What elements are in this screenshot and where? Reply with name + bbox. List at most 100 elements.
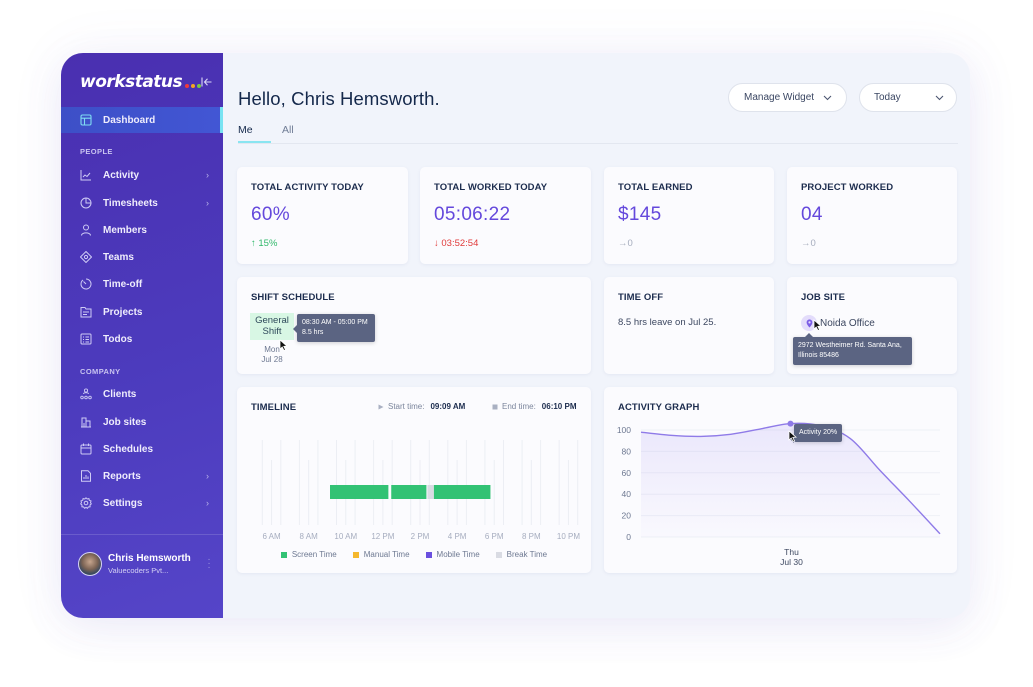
avatar bbox=[78, 552, 102, 576]
time-off-card: TIME OFF 8.5 hrs leave on Jul 25. bbox=[604, 277, 774, 374]
stat-value: 05:06:22 bbox=[434, 204, 511, 225]
stat-card-project-worked: PROJECT WORKED 04 →0 bbox=[787, 167, 957, 264]
sidebar-item-dashboard[interactable]: Dashboard bbox=[61, 107, 223, 133]
x-tick-label: Jul 30 bbox=[780, 557, 803, 567]
stat-delta: ↓ 03:52:54 bbox=[434, 238, 478, 249]
calendar-icon bbox=[80, 443, 92, 455]
y-tick-label: 0 bbox=[626, 532, 631, 542]
user-profile[interactable]: Chris Hemsworth Valuecoders Pvt... · · · bbox=[78, 552, 213, 576]
sidebar-item-time-off[interactable]: Time-off bbox=[61, 273, 223, 295]
view-tabs: Me All bbox=[238, 124, 958, 144]
sidebar-item-job-sites[interactable]: Job sites bbox=[61, 411, 223, 433]
legend-label: Break Time bbox=[506, 550, 548, 559]
shift-block[interactable]: General Shift bbox=[250, 313, 294, 340]
arrow-right-icon: → bbox=[618, 238, 628, 249]
teams-icon bbox=[80, 251, 92, 263]
section-title-people: PEOPLE bbox=[80, 147, 113, 156]
sidebar-item-label: Time-off bbox=[103, 278, 143, 290]
y-tick-label: 80 bbox=[622, 446, 632, 456]
timeline-legend: Screen Time Manual Time Mobile Time Brea… bbox=[237, 550, 591, 559]
x-tick-label: 12 PM bbox=[371, 532, 394, 541]
sidebar-item-label: Clients bbox=[103, 388, 137, 400]
job-site-name[interactable]: Noida Office bbox=[820, 318, 875, 329]
sidebar-item-schedules[interactable]: Schedules bbox=[61, 438, 223, 460]
x-tick-label: Thu bbox=[784, 547, 799, 557]
legend-swatch bbox=[352, 551, 359, 558]
chevron-right-icon: › bbox=[206, 498, 209, 508]
time-off-text: 8.5 hrs leave on Jul 25. bbox=[618, 317, 717, 328]
sidebar-item-settings[interactable]: Settings › bbox=[61, 492, 223, 514]
sidebar-item-timesheets[interactable]: Timesheets › bbox=[61, 192, 223, 214]
stat-card-total-earned: TOTAL EARNED $145 →0 bbox=[604, 167, 774, 264]
manage-widget-button[interactable]: Manage Widget bbox=[728, 83, 847, 112]
sidebar-item-label: Teams bbox=[103, 251, 134, 263]
card-title: TIME OFF bbox=[618, 292, 664, 303]
clients-icon bbox=[80, 388, 92, 400]
legend-item-mobile-time: Mobile Time bbox=[425, 550, 480, 559]
shift-tooltip: 08:30 AM - 05:00 PM 8.5 hrs bbox=[293, 314, 375, 342]
tooltip-hours: 8.5 hrs bbox=[302, 329, 324, 336]
chevron-down-icon bbox=[823, 95, 832, 101]
arrow-up-icon: ↑ bbox=[251, 238, 256, 249]
legend-label: Screen Time bbox=[291, 550, 337, 559]
activity-tooltip: Activity 20% bbox=[789, 424, 843, 443]
more-vertical-icon[interactable]: · · · bbox=[205, 555, 213, 573]
tab-me[interactable]: Me bbox=[238, 124, 271, 143]
card-title: SHIFT SCHEDULE bbox=[251, 292, 335, 303]
brand-logo-dots bbox=[185, 84, 202, 88]
layout-icon bbox=[80, 114, 92, 126]
gear-icon bbox=[80, 497, 92, 509]
stat-value: 60% bbox=[251, 204, 290, 225]
pie-clock-icon bbox=[80, 197, 92, 209]
legend-swatch bbox=[425, 551, 432, 558]
stat-delta: →0 bbox=[618, 238, 633, 249]
legend-swatch bbox=[495, 551, 502, 558]
shift-name: General bbox=[255, 315, 289, 326]
sidebar-item-reports[interactable]: Reports › bbox=[61, 465, 223, 487]
timeline-segment bbox=[391, 485, 427, 499]
timer-icon bbox=[80, 278, 92, 290]
sidebar-item-label: Settings bbox=[103, 497, 143, 509]
stat-delta-value: 03:52:54 bbox=[441, 238, 479, 249]
x-tick-label: 4 PM bbox=[448, 532, 467, 541]
timeline-segment bbox=[330, 485, 389, 499]
sidebar-item-label: Projects bbox=[103, 306, 143, 318]
address-line: Illinois 85486 bbox=[798, 352, 839, 359]
x-tick-label: 8 PM bbox=[522, 532, 541, 541]
sidebar-item-label: Members bbox=[103, 224, 147, 236]
address-line: 2972 Westheimer Rd. Santa Ana, bbox=[798, 342, 902, 349]
tab-all[interactable]: All bbox=[282, 124, 294, 143]
legend-item-break-time: Break Time bbox=[495, 550, 548, 559]
sidebar-item-members[interactable]: Members bbox=[61, 219, 223, 241]
sidebar-item-projects[interactable]: Projects bbox=[61, 301, 223, 323]
timeline-card: TIMELINE Start time: 09:09 AM End time: 06… bbox=[237, 387, 591, 573]
card-title: JOB SITE bbox=[801, 292, 846, 303]
user-icon bbox=[80, 224, 92, 236]
main-content: Hello, Chris Hemsworth. Manage Widget To… bbox=[223, 53, 970, 618]
sidebar-item-todos[interactable]: Todos bbox=[61, 328, 223, 350]
legend-swatch bbox=[280, 551, 287, 558]
chevron-down-icon bbox=[935, 95, 944, 101]
logo-dot-red bbox=[185, 84, 190, 88]
stat-title: PROJECT WORKED bbox=[801, 182, 894, 193]
y-tick-label: 20 bbox=[622, 511, 632, 521]
legend-label: Manual Time bbox=[363, 550, 410, 559]
logo-row: workstatus bbox=[80, 71, 213, 93]
stat-delta-value: 15% bbox=[258, 238, 278, 249]
tooltip-time: 08:30 AM - 05:00 PM bbox=[302, 319, 368, 326]
sidebar-item-clients[interactable]: Clients bbox=[61, 383, 223, 405]
sidebar-item-label: Timesheets bbox=[103, 197, 158, 209]
sidebar-item-teams[interactable]: Teams bbox=[61, 246, 223, 268]
y-tick-label: 60 bbox=[622, 468, 632, 478]
collapse-sidebar-icon[interactable] bbox=[201, 75, 212, 89]
sidebar-item-label: Schedules bbox=[103, 443, 154, 455]
date-filter-select[interactable]: Today bbox=[859, 83, 957, 112]
logo-dot-orange bbox=[191, 84, 196, 88]
legend-item-screen-time: Screen Time bbox=[280, 550, 337, 559]
stat-delta-value: 0 bbox=[627, 238, 633, 249]
stat-delta-value: 0 bbox=[810, 238, 816, 249]
sidebar-item-activity[interactable]: Activity › bbox=[61, 164, 223, 186]
timeline-segment bbox=[427, 485, 434, 499]
chevron-right-icon: › bbox=[206, 170, 209, 180]
brand-logo: workstatus bbox=[80, 72, 183, 92]
